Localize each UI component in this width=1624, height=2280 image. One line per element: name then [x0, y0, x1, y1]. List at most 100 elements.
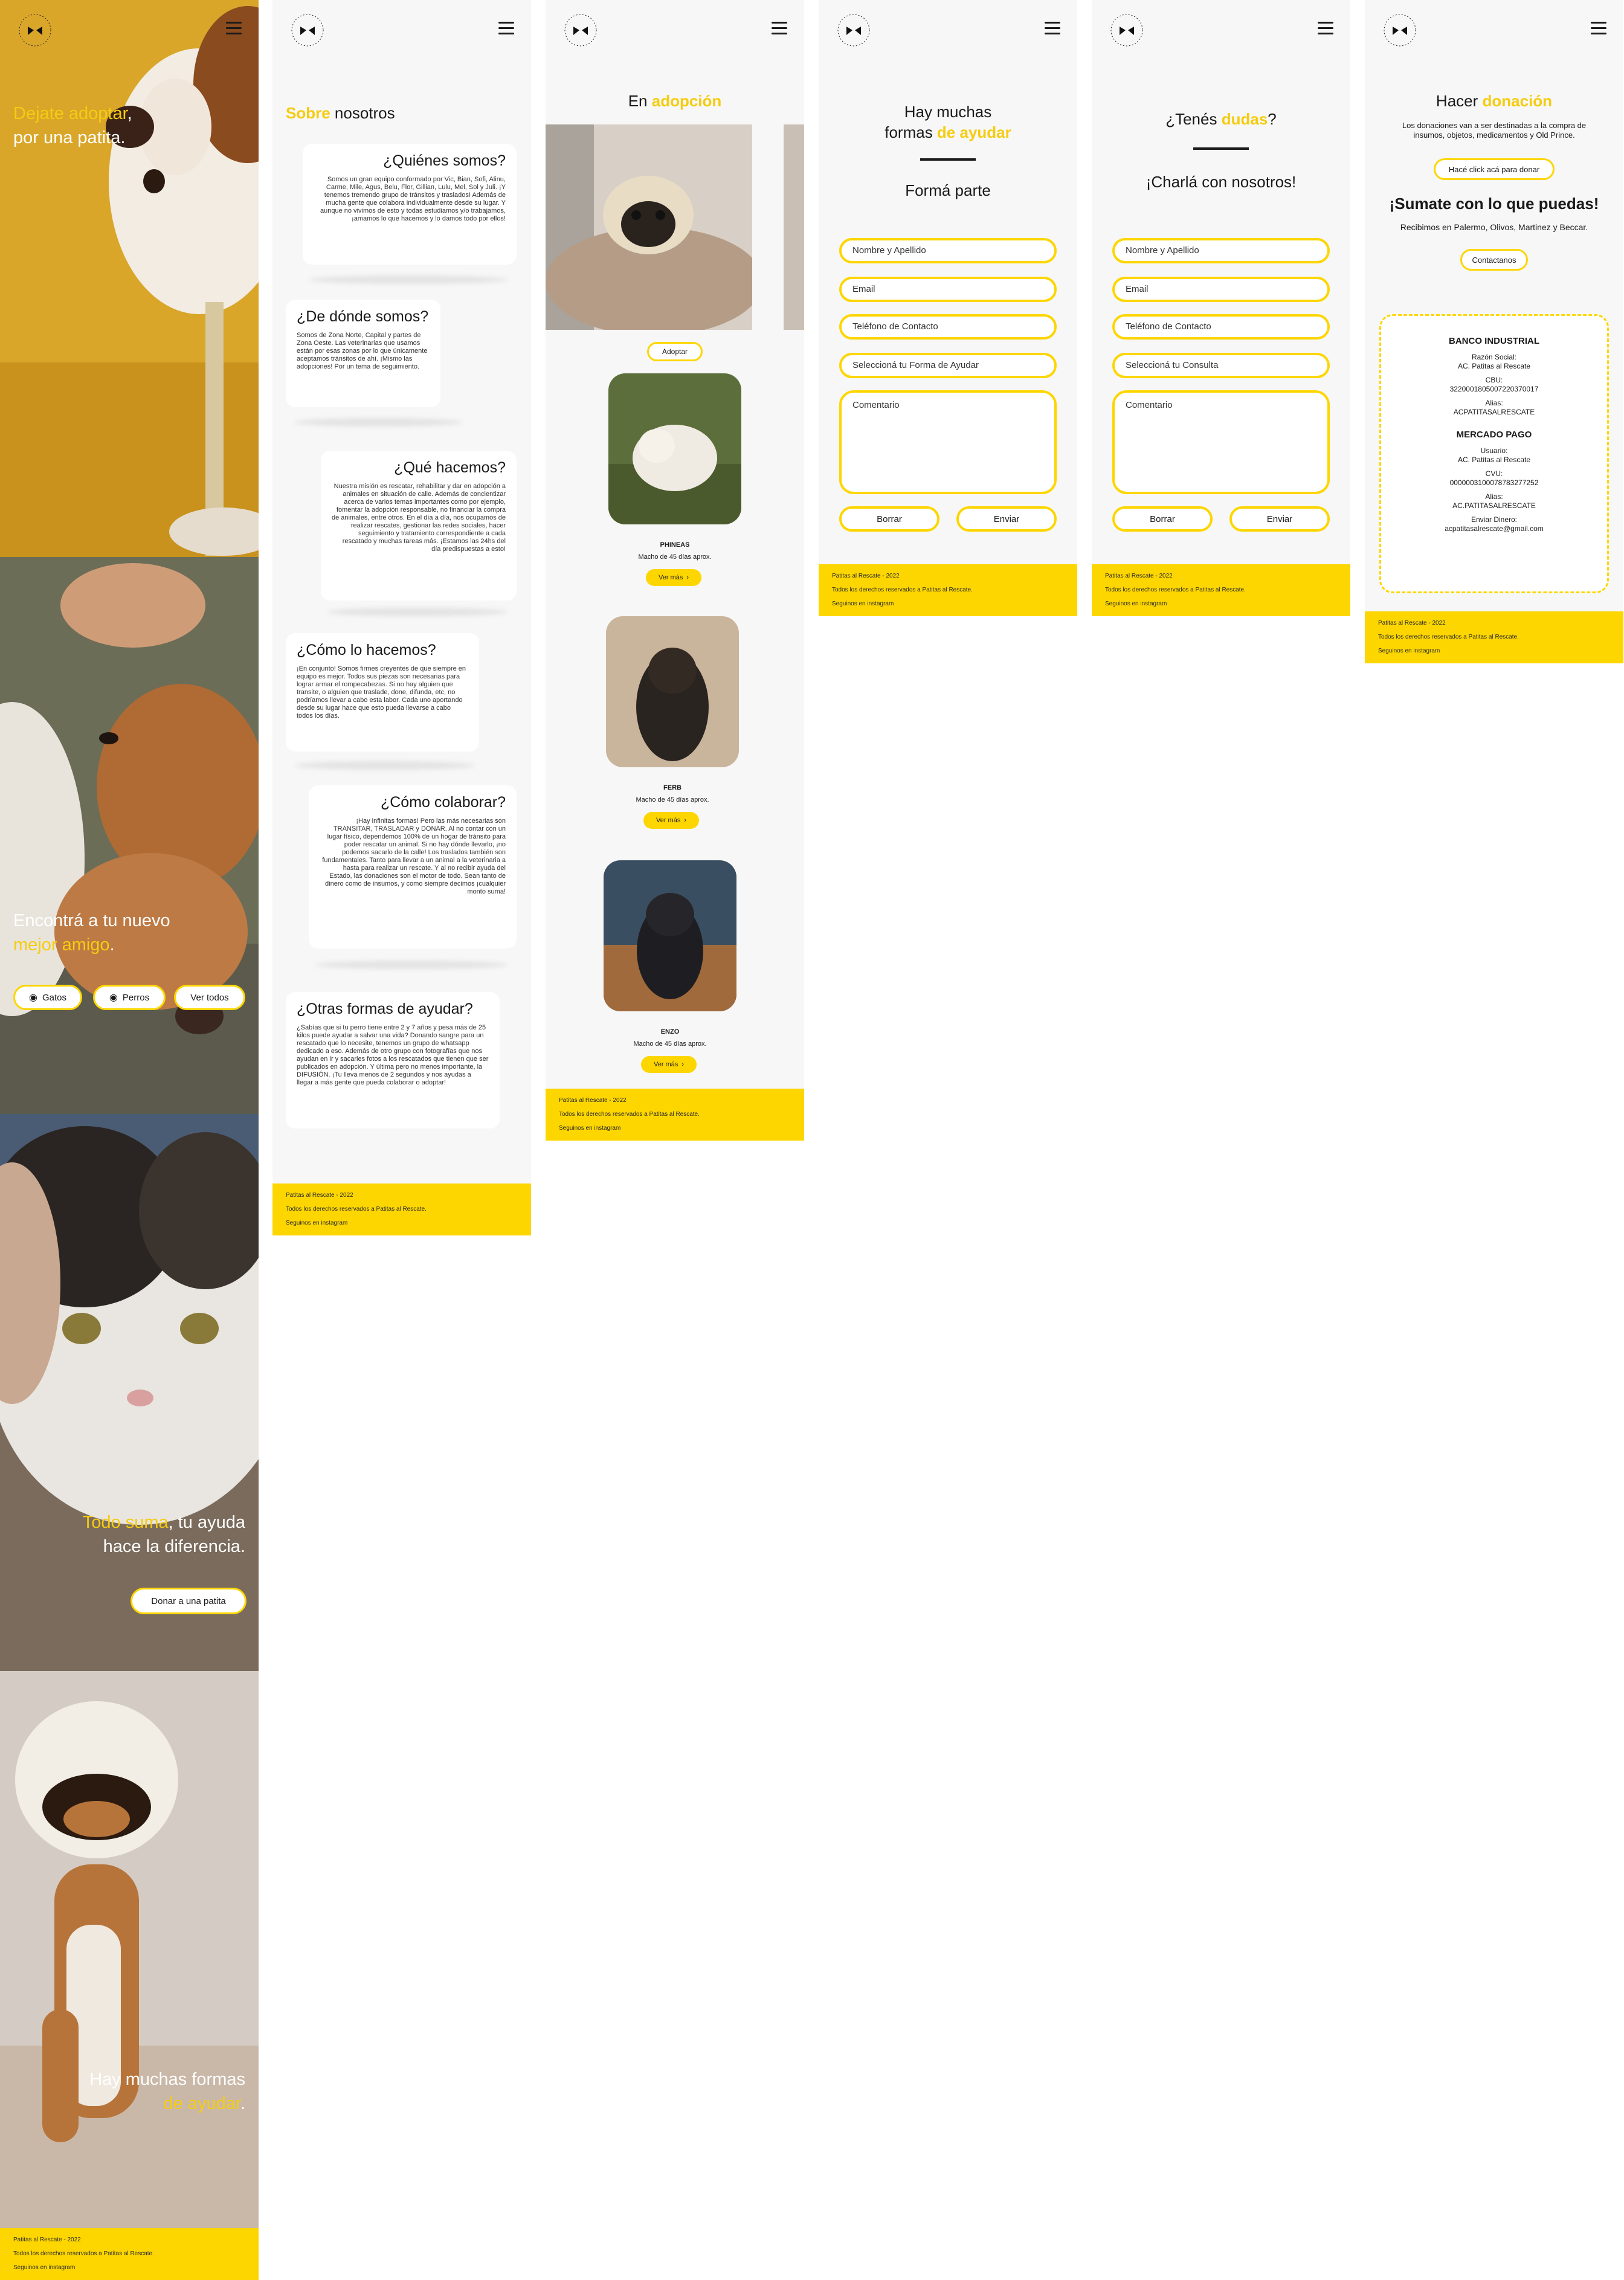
title-line1: Hay muchas: [904, 103, 992, 121]
hero-accent: Dejate adoptar: [13, 104, 127, 123]
footer-instagram-link[interactable]: Seguinos en instagram: [1105, 601, 1350, 607]
pet-photo: [608, 373, 741, 524]
footer-instagram-link[interactable]: Seguinos en instagram: [13, 2264, 259, 2271]
hero-donate-panel: Todo suma, tu ayuda hace la diferencia. …: [0, 1114, 259, 1671]
page-title: En adopción: [546, 92, 804, 111]
footer-instagram-link[interactable]: Seguinos en instagram: [1378, 648, 1623, 654]
hero-line2: por una patita.: [13, 128, 126, 147]
footer-instagram-link[interactable]: Seguinos en instagram: [832, 601, 1077, 607]
cats-filter-button[interactable]: ◉ Gatos: [13, 985, 82, 1010]
hero-friend-panel: Encontrá a tu nuevo mejor amigo. ◉ Gatos …: [0, 557, 259, 1114]
donate-button[interactable]: Donar a una patita: [130, 1588, 246, 1614]
name-field[interactable]: Nombre y Apellido: [839, 238, 1057, 263]
donate-link-button[interactable]: Hacé click acá para donar: [1434, 158, 1555, 180]
page-title: ¿Tenés dudas?: [1092, 110, 1350, 129]
reset-button[interactable]: Borrar: [839, 506, 939, 532]
bank-cbu: 3220001805007220370017: [1449, 385, 1539, 393]
home-screen: Dejate adoptar, por una patita. Encontrá…: [0, 0, 259, 2280]
section-text: ¿Sabías que si tu perro tiene entre 2 y …: [297, 1024, 489, 1086]
places-text: Recibimos en Palermo, Olivos, Martinez y…: [1400, 222, 1588, 232]
hamburger-menu-icon[interactable]: [1591, 22, 1606, 35]
bank-label: CBU:: [1485, 376, 1503, 384]
bank-details-box: BANCO INDUSTRIAL Razón Social: AC. Patit…: [1379, 314, 1609, 593]
hamburger-menu-icon[interactable]: [1045, 22, 1060, 35]
pet-photo: [606, 616, 739, 767]
button-label: Contactanos: [1472, 255, 1516, 265]
footer-rights: Todos los derechos reservados a Patitas …: [1105, 587, 1246, 593]
footer-copyright: Patitas al Rescate - 2022: [286, 1192, 353, 1199]
hamburger-menu-icon[interactable]: [1318, 22, 1333, 35]
button-label: Perros: [122, 992, 150, 1003]
header: [819, 0, 1077, 60]
hamburger-menu-icon[interactable]: [498, 22, 514, 35]
reset-button[interactable]: Borrar: [1112, 506, 1213, 532]
query-type-select[interactable]: Seleccioná tu Consulta: [1112, 353, 1330, 378]
divider: [920, 158, 976, 161]
hero-line1: Hay muchas formas: [89, 2070, 245, 2089]
join-heading: ¡Sumate con lo que puedas!: [1389, 195, 1599, 213]
subtitle: ¡Charlá con nosotros!: [1146, 173, 1297, 191]
hamburger-menu-icon[interactable]: [226, 22, 242, 35]
pet-card[interactable]: FERB Macho de 45 días aprox. Ver más ›: [606, 616, 739, 834]
pet-card[interactable]: PHINEAS Macho de 45 días aprox. Ver más ›: [608, 373, 741, 591]
footer-rights: Todos los derechos reservados a Patitas …: [559, 1111, 700, 1118]
chevron-right-icon: ›: [684, 817, 687, 824]
bank-alias: ACPATITASALRESCATE: [1453, 408, 1535, 416]
footer: Patitas al Rescate - 2022 Todos los dere…: [1092, 564, 1350, 616]
section-title: ¿Cómo colaborar?: [380, 794, 506, 811]
donation-screen: Hacer donación Los donaciones van a ser …: [1365, 0, 1623, 663]
send-button[interactable]: Enviar: [956, 506, 1057, 532]
carousel-pug-photo[interactable]: [546, 124, 752, 330]
hero-accent: Todo suma: [82, 1513, 169, 1532]
button-label: Ver más: [658, 574, 683, 581]
adopt-button[interactable]: Adoptar: [647, 342, 703, 361]
phone-field[interactable]: Teléfono de Contacto: [1112, 314, 1330, 340]
help-type-select[interactable]: Seleccioná tu Forma de Ayudar: [839, 353, 1057, 378]
header: [1092, 0, 1350, 60]
footer-instagram-link[interactable]: Seguinos en instagram: [559, 1125, 804, 1132]
paws-logo-icon[interactable]: [1383, 13, 1417, 47]
header: [272, 0, 531, 60]
title-text: Hacer: [1436, 92, 1483, 110]
paws-logo-icon[interactable]: [564, 13, 598, 47]
title-accent: donación: [1482, 92, 1553, 110]
footer-copyright: Patitas al Rescate - 2022: [1378, 620, 1446, 626]
see-more-button[interactable]: Ver más ›: [643, 812, 699, 829]
bank-title: BANCO INDUSTRIAL: [1449, 336, 1539, 346]
section-title: ¿Quiénes somos?: [383, 152, 506, 169]
page-title: Sobre nosotros: [286, 104, 395, 123]
hero-rest: , tu ayuda: [168, 1513, 245, 1532]
view-all-button[interactable]: Ver todos: [174, 985, 245, 1010]
title-accent: de ayudar: [936, 123, 1011, 141]
dogs-filter-button[interactable]: ◉ Perros: [93, 985, 166, 1010]
pet-card[interactable]: ENZO Macho de 45 días aprox. Ver más ›: [604, 860, 736, 1078]
paws-logo-icon[interactable]: [18, 13, 52, 47]
section-text: Somos de Zona Norte, Capital y partes de…: [297, 332, 428, 370]
mp-email: acpatitasalrescate@gmail.com: [1445, 524, 1544, 533]
see-more-button[interactable]: Ver más ›: [641, 1056, 697, 1073]
phone-field[interactable]: Teléfono de Contacto: [839, 314, 1057, 340]
page-title: Hacer donación: [1365, 92, 1623, 111]
footer: Patitas al Rescate - 2022 Todos los dere…: [1365, 611, 1623, 663]
hamburger-menu-icon[interactable]: [772, 22, 787, 35]
footer-rights: Todos los derechos reservados a Patitas …: [832, 587, 973, 593]
hero-friend-text: Encontrá a tu nuevo mejor amigo.: [13, 909, 170, 957]
donation-intro: Los donaciones van a ser destinadas a la…: [1402, 121, 1587, 140]
section-text: ¡En conjunto! Somos firmes creyentes de …: [297, 665, 466, 720]
email-field[interactable]: Email: [1112, 277, 1330, 302]
comment-textarea[interactable]: Comentario: [839, 390, 1057, 494]
paws-logo-icon[interactable]: [291, 13, 324, 47]
title-accent: adopción: [651, 92, 722, 110]
dog-hero-photo: [0, 0, 259, 557]
comment-textarea[interactable]: Comentario: [1112, 390, 1330, 494]
footer-copyright: Patitas al Rescate - 2022: [13, 2237, 81, 2243]
name-field[interactable]: Nombre y Apellido: [1112, 238, 1330, 263]
see-more-button[interactable]: Ver más ›: [646, 569, 701, 586]
paws-logo-icon[interactable]: [837, 13, 871, 47]
contact-button[interactable]: Contactanos: [1460, 249, 1528, 271]
carousel-next-photo[interactable]: [784, 124, 804, 330]
paws-logo-icon[interactable]: [1110, 13, 1144, 47]
footer-instagram-link[interactable]: Seguinos en instagram: [286, 1220, 531, 1226]
send-button[interactable]: Enviar: [1229, 506, 1330, 532]
email-field[interactable]: Email: [839, 277, 1057, 302]
